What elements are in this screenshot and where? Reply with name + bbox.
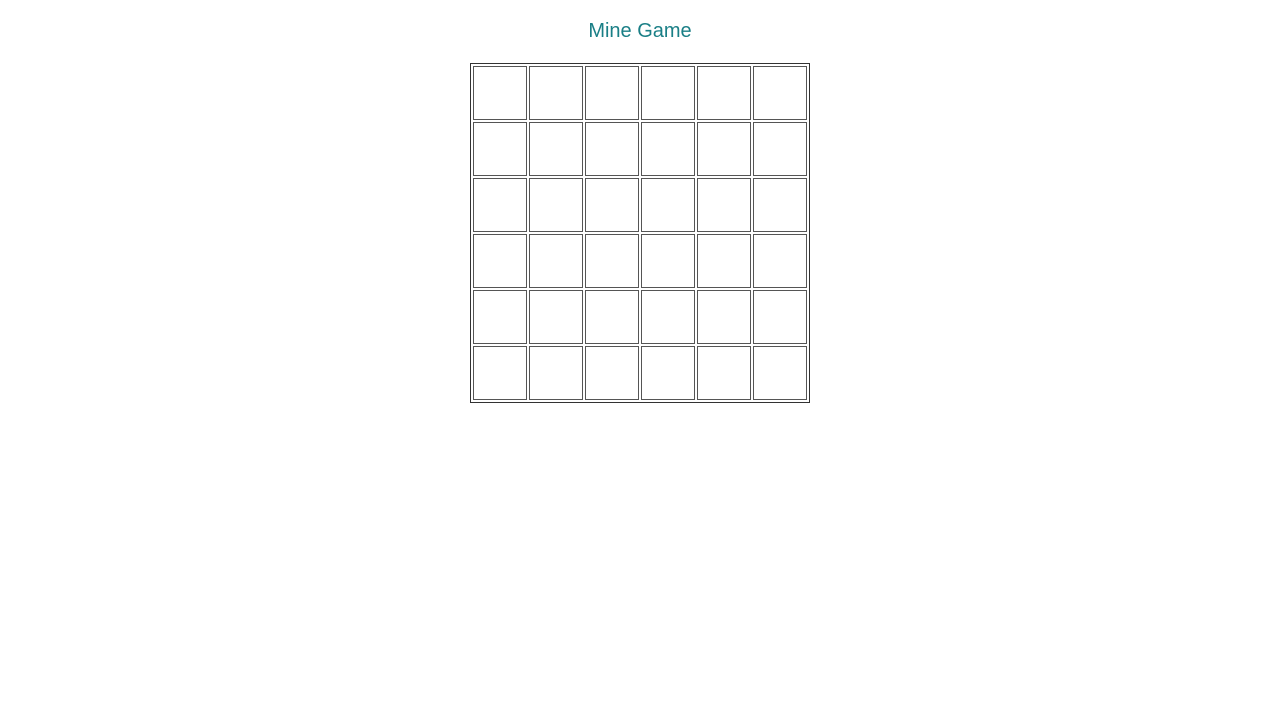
board-cell[interactable] bbox=[585, 346, 639, 400]
board-cell[interactable] bbox=[529, 66, 583, 120]
board-cell[interactable] bbox=[641, 66, 695, 120]
board-cell[interactable] bbox=[697, 346, 751, 400]
board-cell[interactable] bbox=[585, 122, 639, 176]
board-cell[interactable] bbox=[473, 122, 527, 176]
board-cell[interactable] bbox=[697, 122, 751, 176]
board-cell[interactable] bbox=[473, 66, 527, 120]
board-cell[interactable] bbox=[585, 178, 639, 232]
board-cell[interactable] bbox=[697, 66, 751, 120]
board-cell[interactable] bbox=[697, 290, 751, 344]
board-cell[interactable] bbox=[529, 346, 583, 400]
board-row bbox=[473, 178, 807, 232]
board-cell[interactable] bbox=[753, 346, 807, 400]
board-cell[interactable] bbox=[473, 178, 527, 232]
board-cell[interactable] bbox=[529, 290, 583, 344]
board-cell[interactable] bbox=[585, 66, 639, 120]
board-cell[interactable] bbox=[641, 346, 695, 400]
board-cell[interactable] bbox=[473, 290, 527, 344]
board-cell[interactable] bbox=[641, 234, 695, 288]
board-cell[interactable] bbox=[753, 178, 807, 232]
board-cell[interactable] bbox=[529, 234, 583, 288]
board-cell[interactable] bbox=[753, 234, 807, 288]
board-body bbox=[473, 66, 807, 400]
board-cell[interactable] bbox=[753, 66, 807, 120]
board-cell[interactable] bbox=[473, 346, 527, 400]
board-row bbox=[473, 234, 807, 288]
board-row bbox=[473, 290, 807, 344]
board-cell[interactable] bbox=[529, 122, 583, 176]
board-cell[interactable] bbox=[697, 178, 751, 232]
board-cell[interactable] bbox=[529, 178, 583, 232]
board-cell[interactable] bbox=[641, 178, 695, 232]
board-cell[interactable] bbox=[753, 290, 807, 344]
game-page: Mine Game bbox=[0, 0, 1280, 720]
board-row bbox=[473, 66, 807, 120]
board-cell[interactable] bbox=[585, 234, 639, 288]
board-cell[interactable] bbox=[753, 122, 807, 176]
board-cell[interactable] bbox=[641, 122, 695, 176]
board-row bbox=[473, 346, 807, 400]
page-title: Mine Game bbox=[588, 20, 692, 42]
board-cell[interactable] bbox=[697, 234, 751, 288]
mine-board bbox=[470, 63, 810, 403]
board-cell[interactable] bbox=[585, 290, 639, 344]
board-cell[interactable] bbox=[641, 290, 695, 344]
board-cell[interactable] bbox=[473, 234, 527, 288]
board-row bbox=[473, 122, 807, 176]
